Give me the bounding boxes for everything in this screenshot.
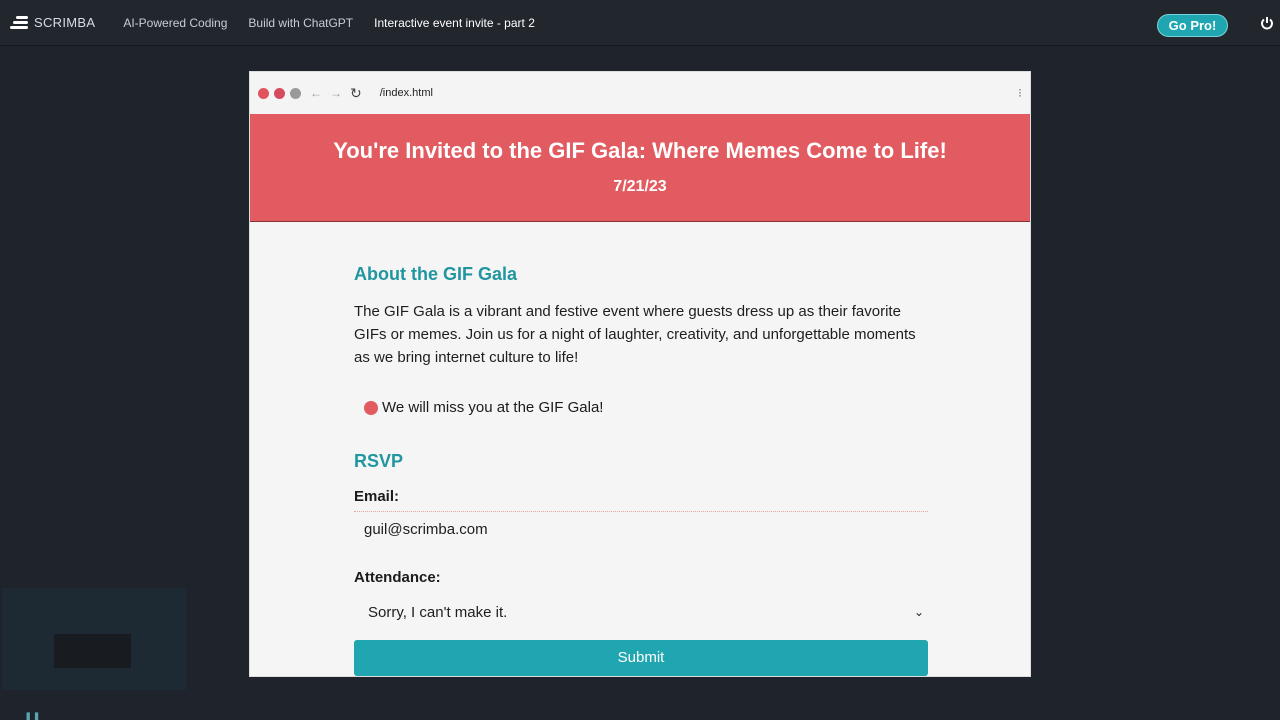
attendance-label: Attendance: xyxy=(354,569,441,586)
pause-icon[interactable]: ❚❚ xyxy=(24,712,41,720)
browser-toolbar: ← → ↻ /index.html · · · xyxy=(250,72,1030,114)
breadcrumb-course[interactable]: AI-Powered Coding xyxy=(123,16,227,30)
submit-button[interactable]: Submit xyxy=(354,640,928,676)
about-text: The GIF Gala is a vibrant and festive ev… xyxy=(354,303,916,366)
status-message: We will miss you at the GIF Gala! xyxy=(364,399,928,416)
power-icon[interactable] xyxy=(1260,16,1274,30)
event-date: 7/21/23 xyxy=(613,178,667,195)
email-field[interactable]: guil@scrimba.com xyxy=(354,511,928,547)
browser-preview: ← → ↻ /index.html · · · You're Invited to … xyxy=(249,71,1031,677)
go-pro-button[interactable]: Go Pro! xyxy=(1157,14,1228,37)
url-bar[interactable]: /index.html xyxy=(380,87,433,99)
back-arrow-icon[interactable]: ← xyxy=(310,86,322,100)
top-bar: SCRIMBA AI-Powered Coding Build with Cha… xyxy=(0,0,1280,46)
attendance-select[interactable]: Sorry, I can't make it. ⌄ xyxy=(354,594,928,630)
scrimba-logo[interactable]: SCRIMBA xyxy=(10,15,95,30)
page-title: You're Invited to the GIF Gala: Where Me… xyxy=(333,138,947,163)
chevron-down-icon: ⌄ xyxy=(913,605,924,619)
more-options-icon[interactable]: · · · xyxy=(1018,83,1022,101)
sad-face-icon xyxy=(364,400,378,415)
breadcrumb-lesson[interactable]: Interactive event invite - part 2 xyxy=(374,16,535,30)
attendance-selected-value: Sorry, I can't make it. xyxy=(368,603,508,621)
maximize-dot-icon[interactable] xyxy=(290,87,301,99)
brand-name: SCRIMBA xyxy=(34,15,96,30)
rsvp-heading: RSVP xyxy=(354,451,404,471)
webcam-placeholder xyxy=(54,634,131,668)
breadcrumb-module[interactable]: Build with ChatGPT xyxy=(248,16,353,30)
status-message-text: We will miss you at the GIF Gala! xyxy=(382,399,604,416)
main-content: About the GIF Gala The GIF Gala is a vib… xyxy=(354,222,928,676)
email-label: Email: xyxy=(354,488,400,505)
about-heading: About the GIF Gala xyxy=(354,264,518,284)
scrimba-logo-icon xyxy=(10,15,28,30)
reload-icon[interactable]: ↻ xyxy=(350,85,362,102)
invite-header: You're Invited to the GIF Gala: Where Me… xyxy=(250,114,1030,222)
minimize-dot-icon[interactable] xyxy=(274,87,285,99)
close-dot-icon[interactable] xyxy=(258,87,269,99)
forward-arrow-icon[interactable]: → xyxy=(330,86,342,100)
